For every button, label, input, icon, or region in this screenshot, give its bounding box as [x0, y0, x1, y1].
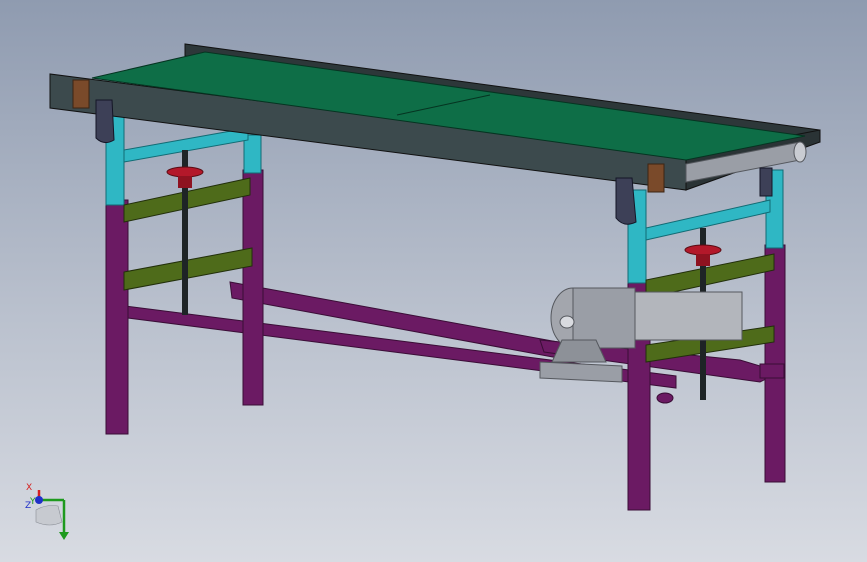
coordinate-triad: X Z Y [25, 483, 69, 540]
cad-viewport[interactable]: X Z Y [0, 0, 867, 562]
x-axis-label: X [26, 483, 32, 493]
y-axis-label: Y [29, 497, 36, 507]
conveyor-3d-model[interactable] [0, 0, 867, 562]
